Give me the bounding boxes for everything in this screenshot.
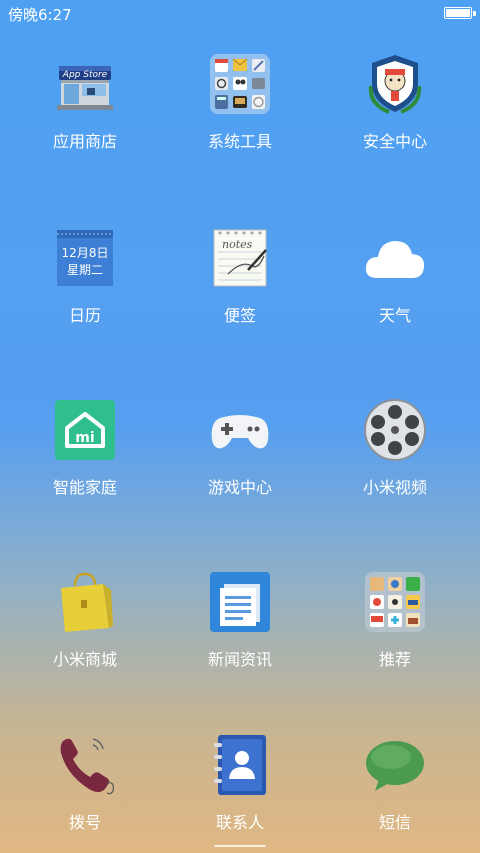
dialer-shortcut[interactable]: 拨号 [25,733,145,833]
calendar-shortcut[interactable]: 12月8日 星期二 日历 [25,226,145,326]
app-label: 小米视频 [362,478,427,497]
news-icon [208,570,272,634]
app-label: 便签 [223,306,256,325]
messages-shortcut[interactable]: 短信 [335,733,455,833]
phone-icon [53,733,117,797]
mi-store-shortcut[interactable]: 小米商城 [25,570,145,670]
calendar-weekday: 星期二 [67,263,103,277]
mi-video-shortcut[interactable]: 小米视频 [335,398,455,498]
game-center-shortcut[interactable]: 游戏中心 [180,398,300,498]
message-bubble-icon [363,733,427,797]
app-label: 游戏中心 [207,478,272,497]
security-center-icon [363,52,427,116]
system-tools-shortcut[interactable]: 系统工具 [180,52,300,152]
weather-cloud-icon [363,226,427,290]
contacts-shortcut[interactable]: 联系人 [180,733,300,833]
app-label: 安全中心 [362,132,427,151]
shopping-bag-icon [53,570,117,634]
app-label: 天气 [378,306,411,325]
app-store-shortcut[interactable]: App Store 应用商店 [25,52,145,152]
notes-title-text: notes [222,238,253,251]
app-store-icon: App Store [53,52,117,116]
home-screen-grid: App Store 应用商店 系统工具 安全中心 12月8日 星期二 日历 no… [0,0,480,853]
app-label: 小米商城 [52,650,117,669]
app-label: 联系人 [215,813,264,832]
app-label: 日历 [68,306,101,325]
smart-home-logo-text: mi [75,430,94,446]
app-label: 短信 [378,813,411,832]
recommend-folder-icon [363,570,427,634]
page-indicator [214,845,266,847]
smart-home-shortcut[interactable]: mi 智能家庭 [25,398,145,498]
recommend-shortcut[interactable]: 推荐 [335,570,455,670]
app-store-sign-text: App Store [62,70,108,80]
calendar-icon: 12月8日 星期二 [53,226,117,290]
app-label: 智能家庭 [52,478,117,497]
app-label: 新闻资讯 [207,650,272,669]
app-label: 推荐 [378,650,411,669]
app-label: 拨号 [68,813,101,832]
game-controller-icon [208,398,272,462]
news-shortcut[interactable]: 新闻资讯 [180,570,300,670]
video-reel-icon [363,398,427,462]
smart-home-icon: mi [53,398,117,462]
weather-shortcut[interactable]: 天气 [335,226,455,326]
security-center-shortcut[interactable]: 安全中心 [335,52,455,152]
app-label: 系统工具 [207,132,272,151]
app-label: 应用商店 [52,132,117,151]
system-tools-folder-icon [208,52,272,116]
notes-shortcut[interactable]: notes 便签 [180,226,300,326]
notes-icon: notes [208,226,272,290]
calendar-date: 12月8日 [62,246,109,260]
contacts-icon [208,733,272,797]
